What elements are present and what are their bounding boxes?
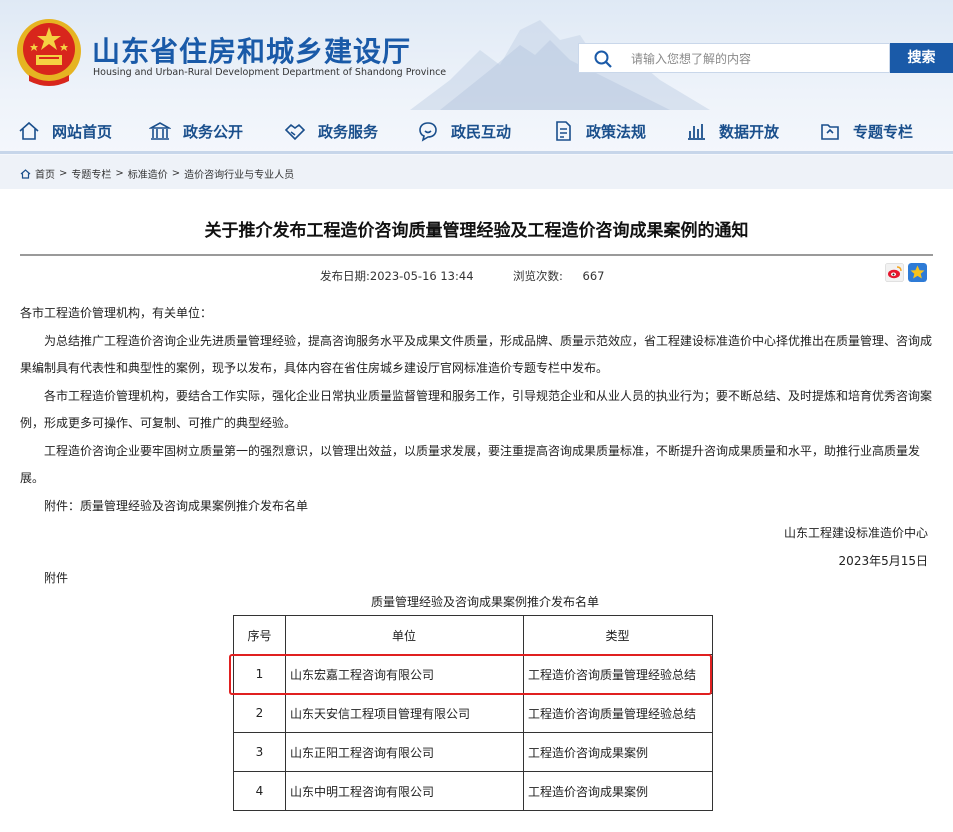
breadcrumb-standard-cost[interactable]: 标准造价 [128,166,168,181]
nav-item-home[interactable]: 网站首页 [18,118,112,144]
view-count-label: 浏览次数: [513,269,563,283]
document-icon [556,121,571,141]
salutation: 各市工程造价管理机构，有关单位： [20,306,213,320]
site-header: 山东省住房和城乡建设厅 Housing and Urban-Rural Deve… [0,0,953,155]
bar-chart-icon [688,124,705,140]
nav-item-services[interactable]: 政务服务 [284,118,378,144]
nav-item-special-topics[interactable]: 专题专栏 [819,118,913,144]
table-row: 4 山东中明工程咨询有限公司 工程造价咨询成果案例 [233,771,713,811]
table-row: 2 山东天安信工程项目管理有限公司 工程造价咨询质量管理经验总结 [233,693,713,733]
weibo-share-icon[interactable] [885,263,904,282]
handshake-icon [284,123,306,141]
nav-item-label: 政务公开 [183,122,244,141]
publish-date-label: 发布日期: [320,269,370,283]
nav-divider [0,151,953,154]
table-cell-type: 工程造价咨询成果案例 [523,732,713,772]
home-icon [20,168,31,179]
search-button[interactable]: 搜索 [890,43,953,73]
view-count: 浏览次数: 667 [513,268,604,284]
column-header: 序号 [233,615,286,655]
table-cell-company: 山东正阳工程咨询有限公司 [285,732,524,772]
nav-item-label: 网站首页 [52,122,113,141]
table-cell-company: 山东天安信工程项目管理有限公司 [285,693,524,733]
signature-date: 2023年5月15日 [838,553,928,568]
paragraph: 各市工程造价管理机构，要结合工作实际，强化企业日常执业质量监督管理和服务工作，引… [20,388,933,431]
publish-date: 发布日期:2023-05-16 13:44 [320,268,474,284]
table-cell-index: 4 [233,771,286,811]
chat-icon [419,122,437,142]
site-subtitle: Housing and Urban-Rural Development Depa… [93,67,447,78]
nav-item-label: 专题专栏 [853,122,914,141]
attachment-label: 附件 [44,571,69,585]
title-divider [20,254,933,256]
home-icon [19,121,39,140]
building-icon [149,122,171,140]
national-emblem-icon [17,19,81,86]
nav-item-interaction[interactable]: 政民互动 [417,118,511,144]
table-row: 3 山东正阳工程咨询有限公司 工程造价咨询成果案例 [233,732,713,772]
highlight-box [229,654,712,695]
nav-item-open-data[interactable]: 数据开放 [685,118,779,144]
breadcrumb-bar: 首页 > 专题专栏 > 标准造价 > 造价咨询行业与专业人员 [0,155,953,189]
table-header-row: 序号 单位 类型 [233,615,713,655]
nav-item-gov-affairs[interactable]: 政务公开 [149,118,243,144]
table-cell-index: 3 [233,732,286,772]
nav-item-label: 数据开放 [719,122,780,141]
main-nav: 网站首页 政务公开 政务服务 政民互动 政策法规 数据开放 专题专栏 [0,108,953,152]
signature: 山东工程建设标准造价中心 [783,526,928,540]
table-cell-company: 山东中明工程咨询有限公司 [285,771,524,811]
publish-date-value: 2023-05-16 13:44 [369,269,474,283]
folder-icon [821,124,839,140]
search-box [578,43,890,73]
breadcrumb-special-topics[interactable]: 专题专栏 [71,166,111,181]
breadcrumb-current[interactable]: 造价咨询行业与专业人员 [184,166,294,181]
favorite-star-icon[interactable] [908,263,927,282]
article-body: 各市工程造价管理机构，有关单位： 为总结推广工程造价咨询企业先进质量管理经验，提… [20,300,933,575]
attachment-note[interactable]: 附件：质量管理经验及咨询成果案例推介发布名单 [20,493,933,521]
nav-item-label: 政策法规 [586,122,647,141]
breadcrumb: 首页 > 专题专栏 > 标准造价 > 造价咨询行业与专业人员 [20,166,294,181]
site-title: 山东省住房和城乡建设厅 [92,35,412,68]
article-title: 关于推介发布工程造价咨询质量管理经验及工程造价咨询成果案例的通知 [204,221,749,241]
column-header: 单位 [285,615,524,655]
table-caption: 质量管理经验及咨询成果案例推介发布名单 [370,595,599,609]
nav-item-label: 政民互动 [451,122,512,141]
paragraph: 工程造价咨询企业要牢固树立质量第一的强烈意识，以管理出效益，以质量求发展，要注重… [20,443,921,486]
nav-item-label: 政务服务 [318,122,379,141]
breadcrumb-home[interactable]: 首页 [35,166,55,181]
search-icon[interactable] [593,49,613,69]
table-cell-type: 工程造价咨询成果案例 [523,771,713,811]
paragraph: 为总结推广工程造价咨询企业先进质量管理经验，提高咨询服务水平及成果文件质量，形成… [20,333,933,376]
nav-item-policies[interactable]: 政策法规 [552,118,646,144]
view-count-value: 667 [582,269,605,283]
table-cell-type: 工程造价咨询质量管理经验总结 [523,693,713,733]
results-table: 序号 单位 类型 1 山东宏嘉工程咨询有限公司 工程造价咨询质量管理经验总结 2… [233,615,713,811]
column-header: 类型 [523,615,713,655]
table-cell-index: 2 [233,693,286,733]
search-input[interactable] [629,48,883,70]
